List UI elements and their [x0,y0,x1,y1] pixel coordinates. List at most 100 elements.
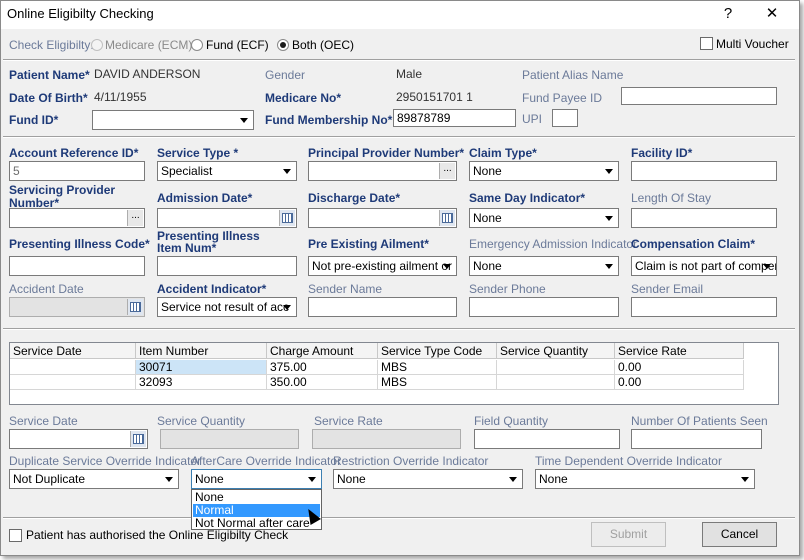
claim-type-select[interactable]: None [469,161,619,181]
aftercare-dropdown-list[interactable]: None Normal Not Normal after care [191,489,322,530]
duplicate-label: Duplicate Service Override Indicator [9,454,202,468]
service-date-input[interactable] [9,429,148,449]
sender-name-input[interactable] [308,297,457,317]
patient-name-value: DAVID ANDERSON [94,67,201,81]
calendar-icon[interactable] [127,299,143,315]
table-cell[interactable]: 350.00 [267,375,378,390]
ellipsis-button[interactable]: ... [439,163,455,179]
upi-label: UPI [522,112,543,126]
discharge-date-input[interactable] [308,208,457,228]
radio-both[interactable] [277,39,289,51]
dropdown-option[interactable]: Not Normal after care [193,517,320,530]
dob-label: Date Of Birth* [9,91,88,105]
pre-existing-select[interactable]: Not pre-existing ailment or i [308,256,457,276]
sender-email-label: Sender Email [631,282,704,296]
radio-fund[interactable] [191,39,203,51]
column-header[interactable]: Service Type Code [378,343,497,359]
table-cell[interactable]: 0.00 [615,375,744,390]
services-table[interactable]: Service Date Item Number Charge Amount S… [9,342,779,405]
column-header[interactable]: Service Quantity [497,343,615,359]
multi-voucher-checkbox[interactable] [700,37,713,50]
column-header[interactable]: Charge Amount [267,343,378,359]
field-qty-input[interactable] [474,429,620,449]
gender-label: Gender [265,68,306,82]
table-cell[interactable] [497,375,615,390]
principal-provider-input[interactable]: ... [308,161,457,181]
table-cell[interactable]: MBS [378,360,497,375]
chevron-down-icon [283,305,291,310]
emergency-label: Emergency Admission Indicator [469,237,638,251]
same-day-label: Same Day Indicator* [469,191,586,205]
radio-medicare-label: Medicare (ECM) [105,38,193,52]
emergency-select[interactable]: None [469,256,619,276]
aftercare-label: AfterCare Override Indicator [191,454,342,468]
service-rate-label: Service Rate [314,414,383,428]
multi-voucher-label: Multi Voucher [716,37,789,51]
account-ref-label: Account Reference ID* [9,146,139,160]
duplicate-select[interactable]: Not Duplicate [9,469,179,489]
medicare-no-value: 2950151701 1 [396,90,473,104]
table-cell[interactable]: 375.00 [267,360,378,375]
principal-provider-label: Principal Provider Number* [308,146,465,160]
servicing-provider-input[interactable]: ... [9,208,145,228]
membership-input[interactable]: 89878789 [393,109,516,127]
accident-indicator-select[interactable]: Service not result of acc [157,297,297,317]
ellipsis-button[interactable]: ... [127,210,143,226]
column-header[interactable]: Service Rate [615,343,744,359]
table-cell[interactable]: 32093 [136,375,267,390]
chevron-down-icon [308,477,316,482]
illness-code-input[interactable] [9,256,145,276]
table-cell[interactable]: MBS [378,375,497,390]
accident-date-input[interactable] [9,297,145,317]
illness-item-input[interactable] [157,256,297,276]
facility-id-input[interactable] [631,161,777,181]
divider [3,59,795,61]
calendar-icon[interactable] [439,210,455,226]
compensation-select[interactable]: Claim is not part of compen [631,256,777,276]
help-button[interactable]: ? [713,3,743,25]
submit-button[interactable]: Submit [591,522,666,547]
restriction-select[interactable]: None [333,469,523,489]
fund-payee-input[interactable] [621,87,777,105]
admission-date-input[interactable] [157,208,297,228]
service-type-select[interactable]: Specialist [157,161,297,181]
sender-phone-input[interactable] [469,297,619,317]
service-qty-input[interactable] [160,429,299,449]
table-cell[interactable]: 0.00 [615,360,744,375]
field-qty-label: Field Quantity [474,414,549,428]
sender-email-input[interactable] [631,297,777,317]
length-stay-input[interactable] [631,208,777,228]
window-title: Online Eligibilty Checking [7,6,154,21]
check-eligibility-label: Check Eligibilty: [9,38,94,52]
column-header[interactable]: Service Date [10,343,136,359]
account-ref-input[interactable]: 5 [9,161,145,181]
time-dependent-select[interactable]: None [535,469,755,489]
upi-input[interactable] [552,109,578,127]
membership-label: Fund Membership No* [265,113,393,127]
same-day-select[interactable]: None [469,208,619,228]
column-header[interactable]: Item Number [136,343,267,359]
chevron-down-icon [165,477,173,482]
admission-date-label: Admission Date* [157,191,253,205]
table-cell[interactable] [497,360,615,375]
authorised-checkbox[interactable] [9,529,22,542]
close-button[interactable]: ✕ [757,3,787,25]
calendar-icon[interactable] [130,431,146,447]
fund-id-select[interactable] [92,110,254,130]
cancel-button[interactable]: Cancel [702,522,777,547]
gender-value: Male [396,67,423,81]
compensation-label: Compensation Claim* [631,237,756,251]
fund-id-label: Fund ID* [9,113,59,127]
claim-type-label: Claim Type* [469,146,537,160]
calendar-icon[interactable] [279,210,295,226]
radio-medicare[interactable] [91,39,103,51]
table-cell[interactable]: 30071 [136,360,267,375]
chevron-down-icon [509,477,517,482]
table-cell[interactable] [10,375,136,390]
aftercare-select[interactable]: None [191,469,322,489]
chevron-down-icon [240,118,248,123]
table-cell[interactable] [10,360,136,375]
radio-selected-dot [280,42,286,48]
service-rate-input[interactable] [312,429,461,449]
patients-seen-input[interactable] [631,429,762,449]
